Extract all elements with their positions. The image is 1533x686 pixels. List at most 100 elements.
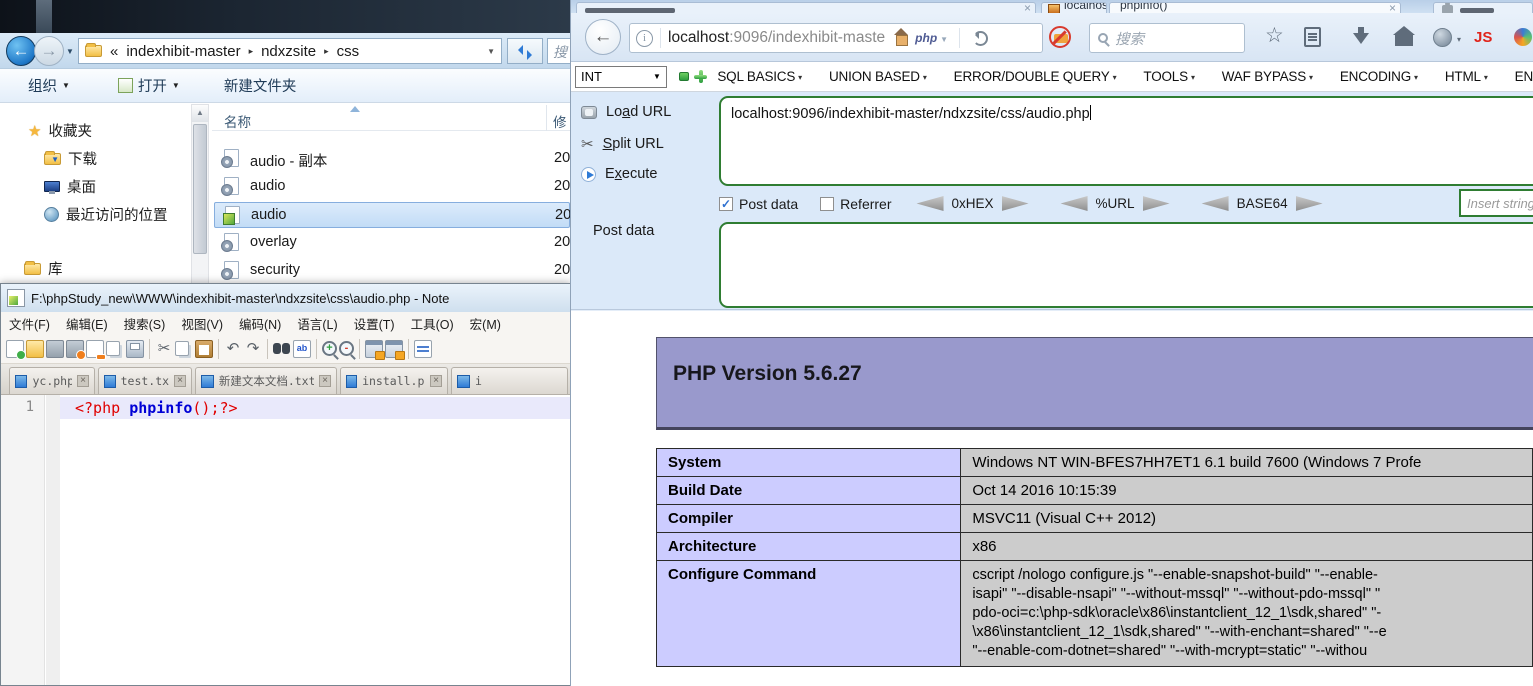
sidebar-item-recent-places[interactable]: 最近访问的位置 bbox=[44, 204, 168, 225]
bookmark-star-icon[interactable]: ☆ bbox=[1265, 23, 1284, 48]
new-folder-button[interactable]: 新建文件夹 bbox=[224, 75, 297, 96]
menu-macro[interactable]: 宏(M) bbox=[462, 314, 509, 333]
organize-button[interactable]: 组织 ▼ bbox=[28, 75, 70, 96]
reload-icon[interactable] bbox=[973, 31, 988, 46]
code-line[interactable]: <?php phpinfo();?> bbox=[75, 399, 238, 417]
breadcrumb-item[interactable]: css bbox=[337, 43, 360, 60]
scroll-up-icon[interactable]: ▲ bbox=[192, 105, 208, 122]
sidebar-item-libraries[interactable]: 库 bbox=[24, 258, 63, 279]
zoom-out-icon[interactable]: - bbox=[339, 341, 354, 356]
url-bar[interactable]: i localhost:9096/indexhibit-maste php ▼ bbox=[629, 23, 1043, 53]
breadcrumb-item[interactable]: indexhibit-master bbox=[126, 43, 240, 60]
menu-encoding[interactable]: ENCODING▾ bbox=[1340, 69, 1418, 84]
menu-html[interactable]: HTML▾ bbox=[1445, 69, 1488, 84]
file-row[interactable]: audio 20 bbox=[214, 174, 570, 200]
editor-tab[interactable]: install.php × bbox=[340, 367, 448, 394]
decode-arrow-icon[interactable] bbox=[1058, 196, 1088, 211]
sidebar-item-desktop[interactable]: 桌面 bbox=[44, 176, 96, 197]
browser-back-button[interactable]: ← bbox=[585, 19, 621, 55]
close-icon[interactable]: × bbox=[77, 375, 89, 387]
zoom-in-icon[interactable]: + bbox=[322, 341, 337, 356]
file-row[interactable]: audio - 副本 20 bbox=[214, 146, 570, 172]
print-icon[interactable] bbox=[126, 340, 144, 358]
menu-encryption-clipped[interactable]: EN bbox=[1515, 69, 1533, 84]
decode-arrow-icon[interactable] bbox=[914, 196, 944, 211]
sync-horizontal-icon[interactable] bbox=[385, 340, 403, 358]
add-icon[interactable] bbox=[694, 70, 703, 83]
hackbar-url-textarea[interactable]: localhost:9096/indexhibit-master/ndxzsit… bbox=[719, 96, 1533, 186]
menu-sql-basics[interactable]: SQL BASICS▾ bbox=[717, 69, 802, 84]
encode-arrow-icon[interactable] bbox=[1002, 196, 1032, 211]
referrer-checkbox[interactable] bbox=[820, 197, 834, 211]
js-toggle-icon[interactable]: JS bbox=[1474, 29, 1492, 46]
sidebar-scrollbar[interactable]: ▲ bbox=[191, 104, 209, 292]
redo-icon[interactable]: ↷ bbox=[244, 340, 262, 358]
hackbar-db-select[interactable]: INT ▼ bbox=[575, 66, 667, 88]
forward-button[interactable]: → bbox=[34, 36, 64, 66]
paste-icon[interactable] bbox=[195, 340, 213, 358]
close-all-icon[interactable] bbox=[106, 341, 120, 356]
plugin-blocked-icon[interactable] bbox=[1049, 26, 1073, 50]
bookmarks-menu-icon[interactable] bbox=[1304, 27, 1321, 47]
php-badge[interactable]: php bbox=[915, 31, 937, 45]
editor-tab[interactable]: yc.php × bbox=[9, 367, 95, 394]
open-folder-icon[interactable] bbox=[26, 340, 44, 358]
word-wrap-icon[interactable] bbox=[414, 340, 432, 358]
copy-icon[interactable] bbox=[175, 341, 189, 356]
collapse-icon[interactable] bbox=[679, 72, 689, 81]
column-header-modified[interactable]: 修 bbox=[553, 111, 567, 131]
chevron-down-icon[interactable]: ▾ bbox=[1457, 35, 1461, 44]
home-page-icon[interactable] bbox=[893, 32, 909, 45]
editor-area[interactable]: 1 <?php phpinfo();?> bbox=[1, 395, 571, 685]
address-bar[interactable]: « indexhibit-master ▸ ndxzsite ▸ css ▼ bbox=[78, 38, 502, 64]
save-all-icon[interactable] bbox=[66, 340, 84, 358]
chevron-down-icon[interactable]: ▼ bbox=[940, 35, 948, 44]
save-icon[interactable] bbox=[46, 340, 64, 358]
menu-view[interactable]: 视图(V) bbox=[173, 314, 231, 333]
url-text[interactable]: localhost:9096/indexhibit-maste bbox=[668, 29, 885, 47]
globe-menu-icon[interactable] bbox=[1433, 28, 1452, 47]
breadcrumb-item[interactable]: ndxzsite bbox=[261, 43, 316, 60]
encode-arrow-icon[interactable] bbox=[1296, 196, 1326, 211]
sidebar-item-favorites[interactable]: ★ 收藏夹 bbox=[28, 120, 92, 141]
hackbar-post-textarea[interactable] bbox=[719, 222, 1533, 308]
split-url-button[interactable]: ✂ Split URL bbox=[581, 135, 664, 153]
browser-tab-phpinfo[interactable]: phpinfo() × bbox=[1109, 2, 1401, 13]
menu-error-double-query[interactable]: ERROR/DOUBLE QUERY▾ bbox=[954, 69, 1117, 84]
file-row[interactable]: security 20 bbox=[214, 258, 570, 284]
menu-edit[interactable]: 编辑(E) bbox=[58, 314, 116, 333]
browser-tab-extension[interactable] bbox=[1433, 2, 1533, 13]
open-button[interactable]: 打开 ▼ bbox=[118, 75, 180, 96]
encode-arrow-icon[interactable] bbox=[1143, 196, 1173, 211]
column-divider[interactable] bbox=[546, 105, 547, 131]
sidebar-item-downloads[interactable]: ▼ 下载 bbox=[44, 148, 97, 169]
browser-search-box[interactable]: 搜索 bbox=[1089, 23, 1245, 53]
close-icon[interactable]: × bbox=[430, 375, 442, 387]
decode-arrow-icon[interactable] bbox=[1199, 196, 1229, 211]
column-header-name[interactable]: 名称 bbox=[224, 111, 251, 131]
breadcrumb-prefix[interactable]: « bbox=[110, 43, 118, 60]
editor-tab[interactable]: i bbox=[451, 367, 568, 394]
address-dropdown-icon[interactable]: ▼ bbox=[487, 47, 495, 56]
info-icon[interactable]: i bbox=[636, 30, 653, 47]
browser-tab[interactable]: × bbox=[576, 2, 1036, 13]
menu-encoding[interactable]: 编码(N) bbox=[231, 314, 289, 333]
menu-search[interactable]: 搜索(S) bbox=[116, 314, 174, 333]
sync-vertical-icon[interactable] bbox=[365, 340, 383, 358]
execute-button[interactable]: Execute bbox=[581, 166, 657, 182]
menu-waf-bypass[interactable]: WAF BYPASS▾ bbox=[1222, 69, 1313, 84]
notepad-titlebar[interactable]: F:\phpStudy_new\WWW\indexhibit-master\nd… bbox=[1, 284, 571, 312]
close-icon[interactable]: × bbox=[1389, 2, 1396, 13]
menu-union-based[interactable]: UNION BASED▾ bbox=[829, 69, 927, 84]
replace-string-input[interactable]: Insert string to rep bbox=[1459, 189, 1533, 217]
undo-icon[interactable]: ↶ bbox=[224, 340, 242, 358]
home-icon[interactable] bbox=[1395, 35, 1413, 46]
cut-icon[interactable]: ✂ bbox=[155, 340, 173, 358]
close-icon[interactable]: × bbox=[174, 375, 186, 387]
load-url-button[interactable]: Load URL bbox=[581, 104, 671, 120]
post-data-checkbox[interactable]: ✓ bbox=[719, 197, 733, 211]
history-dropdown-icon[interactable]: ▼ bbox=[66, 47, 74, 56]
menu-language[interactable]: 语言(L) bbox=[289, 314, 345, 333]
menu-file[interactable]: 文件(F) bbox=[1, 314, 58, 333]
proxy-extension-icon[interactable] bbox=[1514, 28, 1532, 46]
